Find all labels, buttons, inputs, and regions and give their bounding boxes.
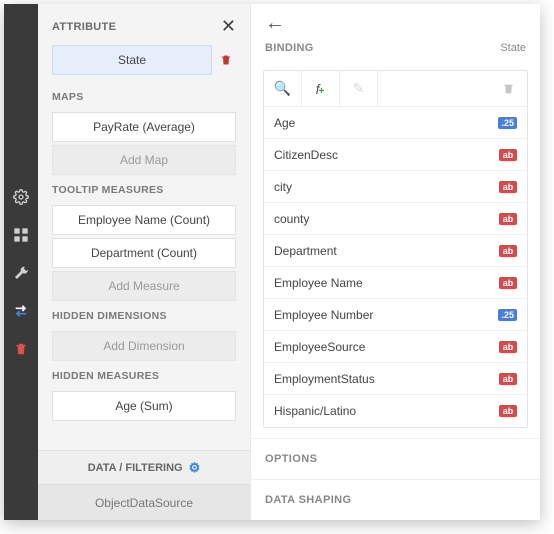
text-badge-icon: ab	[499, 277, 517, 289]
item-box[interactable]: Age (Sum)	[52, 391, 236, 421]
field-name: EmploymentStatus	[274, 372, 375, 386]
section-title: HIDDEN MEASURES	[38, 364, 250, 388]
delete-attribute-icon[interactable]	[220, 54, 236, 66]
field-name: county	[274, 212, 309, 226]
app-window: ATTRIBUTE ✕ State MAPSPayRate (Average)A…	[4, 4, 540, 520]
section-title: MAPS	[38, 85, 250, 109]
binding-toolbar: 🔍 f+ ✎	[264, 71, 527, 107]
field-name: CitizenDesc	[274, 148, 338, 162]
add-placeholder[interactable]: Add Dimension	[52, 331, 236, 361]
field-name: city	[274, 180, 292, 194]
field-name: Age	[274, 116, 295, 130]
gear-icon[interactable]	[4, 178, 38, 216]
text-badge-icon: ab	[499, 181, 517, 193]
binding-state: State	[500, 42, 526, 54]
field-row[interactable]: Age .25	[264, 107, 527, 139]
item-box[interactable]: Employee Name (Count)	[52, 205, 236, 235]
options-section[interactable]: OPTIONS	[251, 438, 540, 479]
edit-icon[interactable]: ✎	[340, 71, 378, 106]
section-title: TOOLTIP MEASURES	[38, 178, 250, 202]
item-box[interactable]: Department (Count)	[52, 238, 236, 268]
field-row[interactable]: Employee Number .25	[264, 299, 527, 331]
text-badge-icon: ab	[499, 341, 517, 353]
field-row[interactable]: city ab	[264, 171, 527, 203]
data-source-row[interactable]: ObjectDataSource	[38, 484, 250, 520]
left-sections: MAPS PayRate (Average)Add Map TOOLTIP MEAS…	[38, 85, 250, 424]
item-box[interactable]: PayRate (Average)	[52, 112, 236, 142]
trash-icon[interactable]	[4, 330, 38, 368]
search-icon[interactable]: 🔍	[264, 71, 302, 106]
swap-icon[interactable]	[4, 292, 38, 330]
numeric-badge-icon: .25	[498, 117, 517, 129]
data-shaping-section[interactable]: DATA SHAPING	[251, 479, 540, 520]
fx-add-icon[interactable]: f+	[302, 71, 340, 106]
data-filtering-bar[interactable]: DATA / FILTERING ⚙	[38, 450, 250, 484]
text-badge-icon: ab	[499, 213, 517, 225]
text-badge-icon: ab	[499, 373, 517, 385]
binding-list: 🔍 f+ ✎ Age .25 CitizenDesc ab city ab county ab…	[263, 70, 528, 428]
left-panel: ATTRIBUTE ✕ State MAPSPayRate (Average)A…	[38, 4, 250, 520]
data-filtering-label: DATA / FILTERING	[88, 462, 183, 474]
right-panel: ← BINDING State 🔍 f+ ✎ Age .25 CitizenDesc…	[250, 4, 540, 520]
field-name: Employee Number	[274, 308, 373, 322]
field-name: Hispanic/Latino	[274, 404, 356, 418]
field-row[interactable]: Hispanic/Latino ab	[264, 395, 527, 427]
field-row[interactable]: county ab	[264, 203, 527, 235]
add-placeholder[interactable]: Add Measure	[52, 271, 236, 301]
wrench-icon[interactable]	[4, 254, 38, 292]
back-arrow-icon[interactable]: ←	[265, 12, 285, 35]
text-badge-icon: ab	[499, 245, 517, 257]
layout-icon[interactable]	[4, 216, 38, 254]
numeric-badge-icon: .25	[498, 309, 517, 321]
field-name: Department	[274, 244, 337, 258]
section-title: HIDDEN DIMENSIONS	[38, 304, 250, 328]
text-badge-icon: ab	[499, 149, 517, 161]
field-name: Employee Name	[274, 276, 363, 290]
field-row[interactable]: EmploymentStatus ab	[264, 363, 527, 395]
close-icon[interactable]: ✕	[221, 16, 236, 37]
text-badge-icon: ab	[499, 405, 517, 417]
attribute-heading: ATTRIBUTE	[52, 21, 116, 33]
trash-icon[interactable]	[489, 82, 527, 95]
field-name: EmployeeSource	[274, 340, 365, 354]
attribute-chip[interactable]: State	[52, 45, 212, 75]
field-row[interactable]: Department ab	[264, 235, 527, 267]
gear-icon[interactable]: ⚙	[189, 460, 201, 476]
field-row[interactable]: EmployeeSource ab	[264, 331, 527, 363]
add-placeholder[interactable]: Add Map	[52, 145, 236, 175]
icon-sidebar	[4, 4, 38, 520]
field-row[interactable]: CitizenDesc ab	[264, 139, 527, 171]
binding-heading: BINDING	[265, 42, 314, 54]
field-row[interactable]: Employee Name ab	[264, 267, 527, 299]
